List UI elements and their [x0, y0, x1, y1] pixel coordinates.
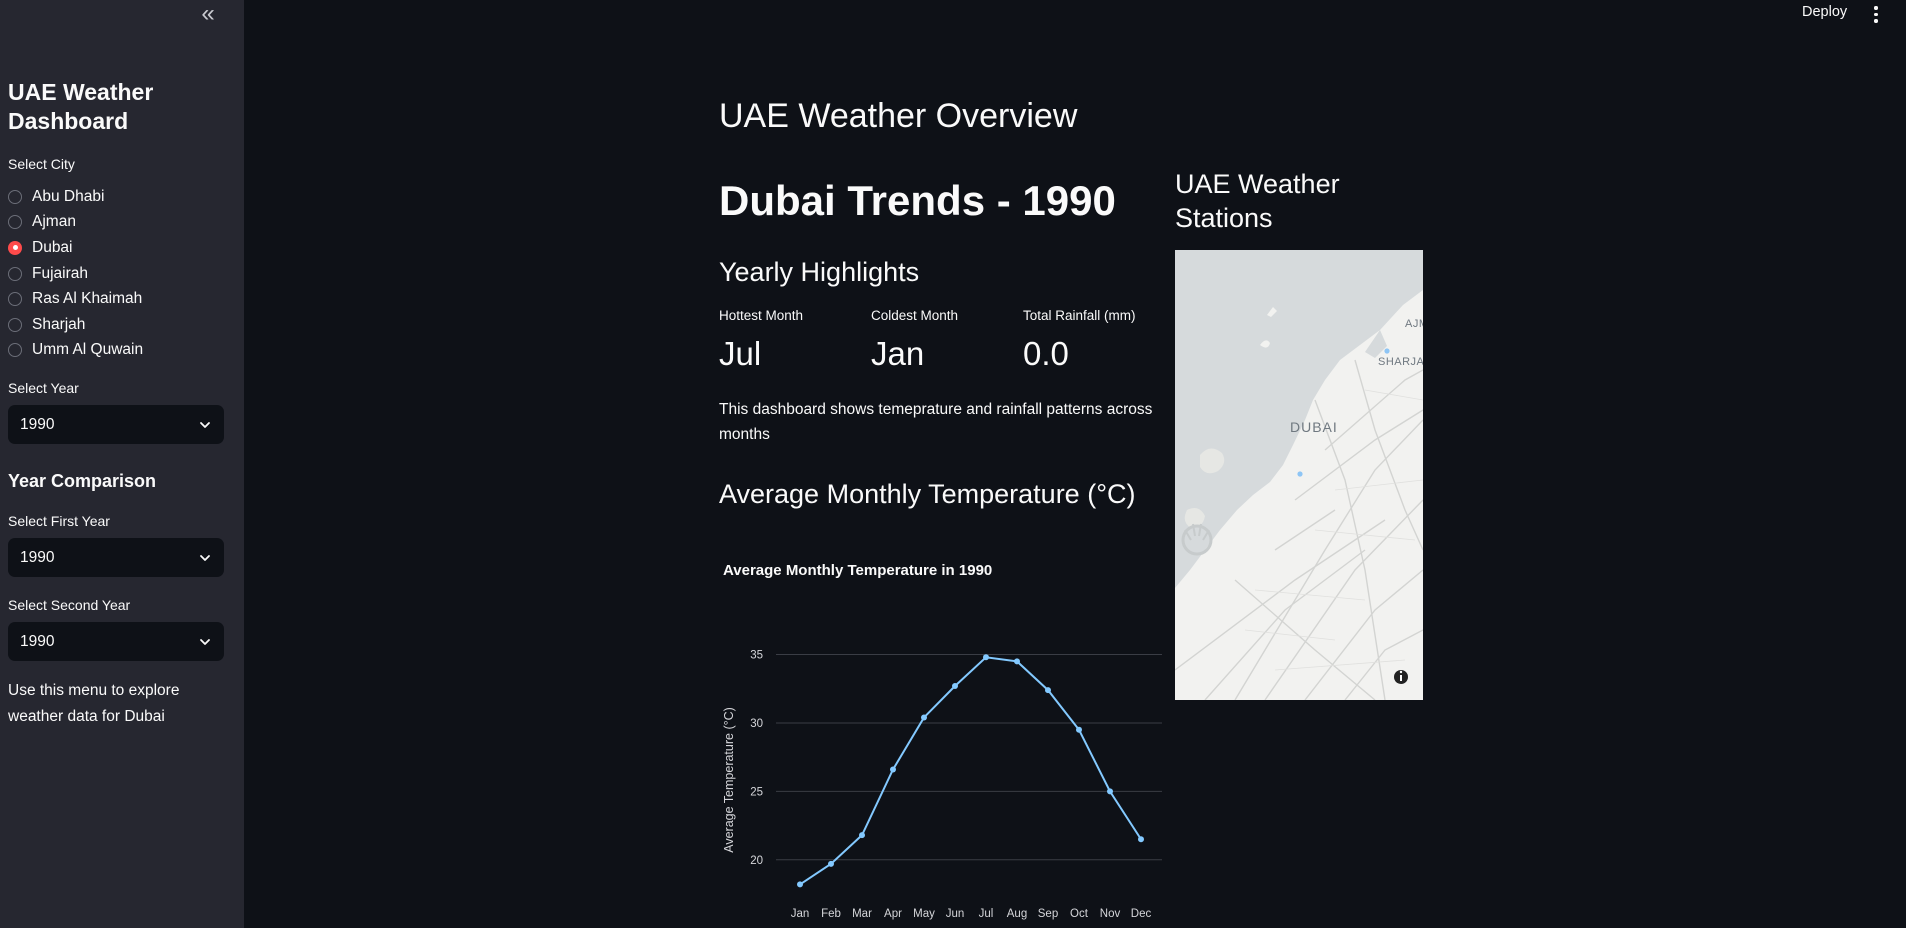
y-tick-label: 25 [750, 786, 763, 798]
radio-label: Sharjah [32, 315, 86, 333]
dashboard-description: This dashboard shows temeprature and rai… [719, 401, 1153, 443]
temperature-section-title: Average Monthly Temperature (°C) [719, 479, 1136, 509]
radio-ras-al-khaimah[interactable]: Ras Al Khaimah [8, 286, 143, 312]
metric-label: Total Rainfall (mm) [1023, 308, 1136, 323]
data-point [983, 654, 989, 661]
radio-label: Umm Al Quwain [32, 341, 144, 359]
metric-value: Jul [719, 335, 762, 372]
y-tick-label: 35 [750, 650, 763, 662]
series-line [799, 656, 1142, 886]
temperature-line-chart: Average Monthly Temperature in 1990 20 25 3… [722, 562, 1162, 920]
city-label: Select City [8, 156, 75, 172]
page-title: UAE Weather Overview [719, 97, 1078, 135]
x-tick-label: Sep [1038, 908, 1058, 920]
radio-label: Ras Al Khaimah [32, 290, 143, 308]
x-tick-label: Dec [1131, 908, 1152, 920]
x-tick-label: Oct [1070, 908, 1089, 920]
data-point [1045, 687, 1051, 694]
metric-label: Coldest Month [871, 308, 959, 323]
radio-circle-icon [8, 292, 22, 307]
radio-circle-icon [8, 317, 22, 332]
data-point [797, 881, 803, 888]
radio-dubai[interactable]: Dubai [8, 235, 143, 261]
metric-coldest-month: Coldest Month Jan [871, 308, 958, 373]
chevron-down-icon [200, 554, 210, 561]
radio-umm-al-quwain[interactable]: Umm Al Quwain [8, 338, 143, 364]
data-point [859, 832, 865, 839]
city-radio-group: Abu Dhabi Ajman Dubai Fujairah Ras Al Kh… [8, 184, 143, 363]
radio-fujairah[interactable]: Fujairah [8, 261, 143, 287]
x-tick-label: Jan [791, 908, 810, 920]
x-tick-label: May [913, 908, 935, 920]
map-label-dubai: DUBAI [1290, 419, 1338, 435]
highlights-title: Yearly Highlights [719, 257, 920, 287]
sidebar: « UAE Weather Dashboard Select City Abu … [0, 0, 244, 928]
x-tick-label: Jul [979, 908, 994, 920]
radio-circle-icon [8, 189, 22, 204]
chevron-down-icon [200, 638, 210, 645]
second-year-select-value: 1990 [20, 632, 55, 650]
radio-selected-icon [8, 240, 22, 255]
year-select[interactable]: 1990 [8, 405, 224, 444]
chart-title: Average Monthly Temperature in 1990 [723, 562, 992, 579]
chevrons-left-icon[interactable]: « [196, 2, 220, 26]
year-select-value: 1990 [20, 415, 55, 433]
radio-label: Fujairah [32, 264, 88, 282]
radio-circle-icon [8, 343, 22, 358]
data-point [1107, 788, 1113, 795]
first-year-select[interactable]: 1990 [8, 538, 224, 577]
map-title: UAE Weather Stations [1175, 169, 1340, 233]
year-label: Select Year [8, 380, 79, 396]
data-point [1014, 658, 1020, 665]
y-tick-label: 30 [750, 718, 763, 730]
radio-label: Abu Dhabi [32, 187, 105, 205]
map-canvas: DUBAI SHARJA AJM [1175, 250, 1423, 700]
metric-hottest-month: Hottest Month Jul [719, 308, 803, 373]
radio-label: Dubai [32, 238, 73, 256]
data-point [890, 766, 896, 773]
data-point [1138, 836, 1144, 843]
data-point [1076, 726, 1082, 733]
chevron-down-icon [200, 421, 210, 428]
data-point [828, 860, 834, 867]
data-point [921, 714, 927, 721]
metric-value: Jan [871, 335, 925, 372]
deploy-button[interactable]: Deploy [1802, 4, 1847, 20]
radio-abu-dhabi[interactable]: Abu Dhabi [8, 184, 143, 210]
station-marker-dubai[interactable] [1297, 471, 1303, 477]
radio-label: Ajman [32, 213, 76, 231]
sidebar-title: UAE Weather Dashboard [8, 79, 154, 134]
station-marker-sharjah[interactable] [1384, 348, 1390, 354]
map-label-sharjah: SHARJA [1378, 356, 1423, 368]
y-axis-label: Average Temperature (°C) [722, 707, 736, 853]
x-tick-label: Nov [1100, 908, 1121, 920]
x-tick-label: Jun [946, 908, 965, 920]
metric-total-rainfall: Total Rainfall (mm) 0.0 [1023, 308, 1136, 373]
second-year-label: Select Second Year [8, 597, 131, 613]
metric-value: 0.0 [1023, 335, 1069, 372]
map-label-ajman: AJM [1405, 318, 1423, 330]
x-tick-label: Mar [852, 908, 872, 920]
radio-ajman[interactable]: Ajman [8, 210, 143, 236]
x-tick-label: Feb [821, 908, 841, 920]
data-point [952, 683, 958, 689]
kebab-menu-icon[interactable] [1870, 3, 1882, 25]
info-icon[interactable] [1394, 670, 1408, 684]
y-tick-label: 20 [750, 855, 763, 867]
radio-circle-icon [8, 215, 22, 230]
first-year-label: Select First Year [8, 513, 110, 529]
x-tick-label: Aug [1007, 908, 1027, 920]
metric-label: Hottest Month [719, 308, 804, 323]
radio-circle-icon [8, 266, 22, 281]
comparison-title: Year Comparison [8, 471, 157, 491]
radio-sharjah[interactable]: Sharjah [8, 312, 143, 338]
second-year-select[interactable]: 1990 [8, 622, 224, 661]
first-year-select-value: 1990 [20, 548, 55, 566]
x-tick-label: Apr [884, 908, 902, 920]
trend-title: Dubai Trends - 1990 [719, 177, 1116, 224]
sidebar-note: Use this menu to explore weather data fo… [8, 682, 180, 725]
weather-stations-map[interactable]: DUBAI SHARJA AJM [1175, 250, 1423, 700]
